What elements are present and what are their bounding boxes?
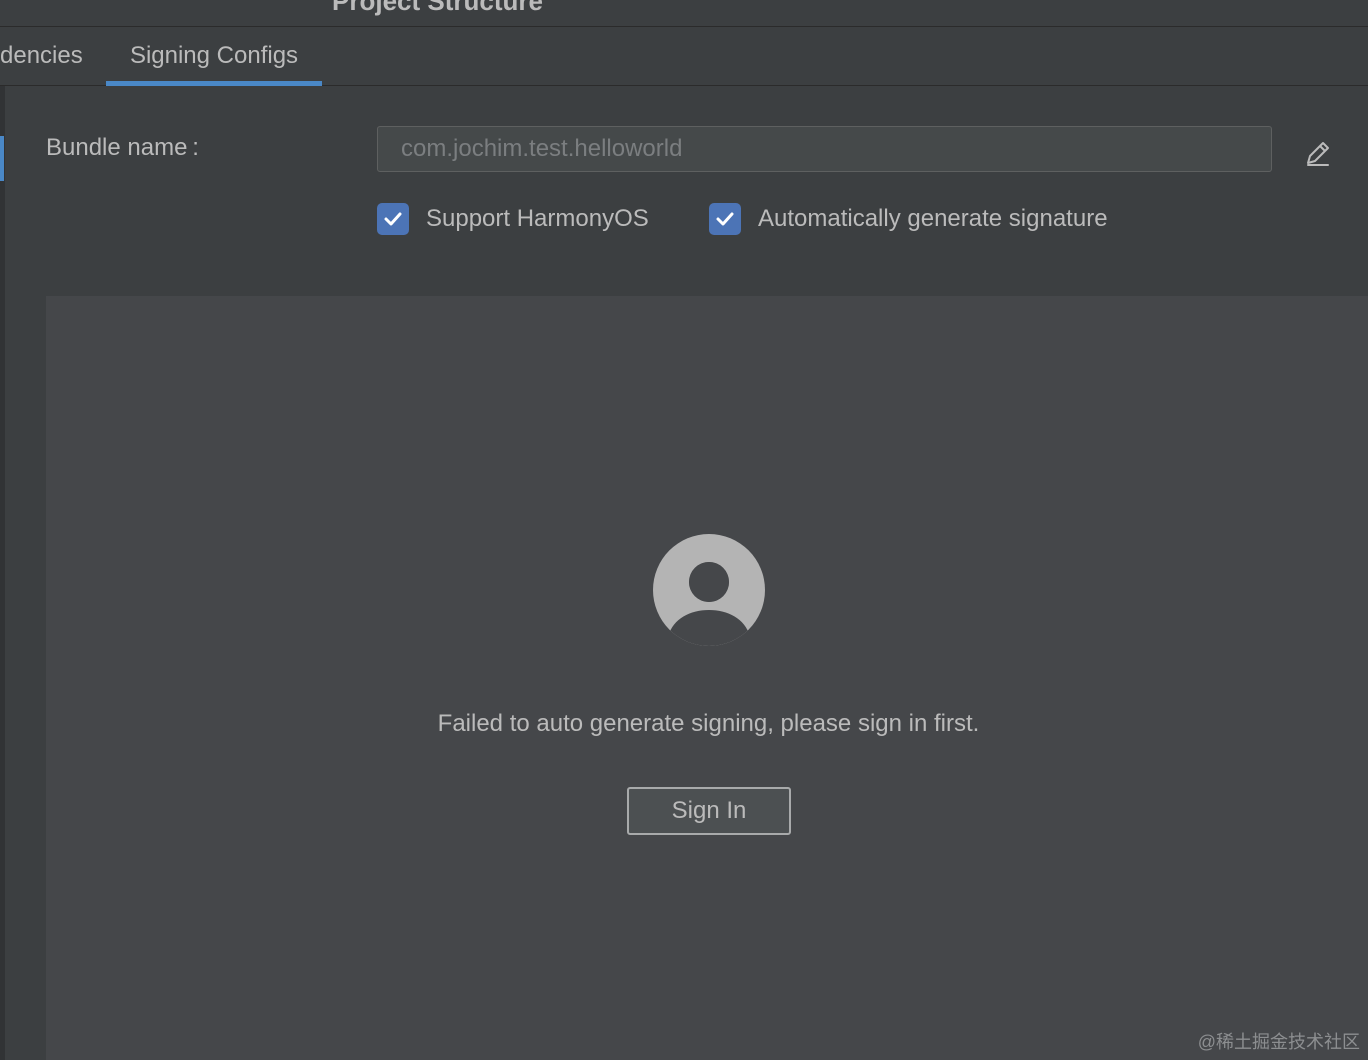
bundle-name-input[interactable] xyxy=(377,126,1272,172)
checkbox-checked[interactable] xyxy=(377,203,409,235)
auto-generate-signature-label: Automatically generate signature xyxy=(758,205,1108,232)
bundle-name-label: Bundle name : xyxy=(46,134,199,161)
checkmark-icon xyxy=(384,212,402,226)
project-structure-dialog: Project Structure dencies Signing Config… xyxy=(0,0,1368,1060)
sign-in-button[interactable]: Sign In xyxy=(627,787,791,835)
sign-in-required-message: Failed to auto generate signing, please … xyxy=(437,710,980,737)
tab-signing-configs[interactable]: Signing Configs xyxy=(106,27,322,85)
tab-bar: dencies Signing Configs xyxy=(0,27,1368,86)
pencil-icon xyxy=(1307,142,1329,166)
title-bar: Project Structure xyxy=(0,0,1368,27)
checkbox-checked[interactable] xyxy=(709,203,741,235)
support-harmonyos-checkbox[interactable]: Support HarmonyOS xyxy=(377,202,649,236)
left-sidebar-edge xyxy=(0,86,5,1060)
checkmark-icon xyxy=(716,212,734,226)
left-sidebar-selection-marker xyxy=(0,136,4,181)
edit-bundle-button[interactable] xyxy=(1300,136,1334,170)
watermark: @稀土掘金技术社区 xyxy=(1197,1032,1360,1052)
window-title: Project Structure xyxy=(332,0,543,16)
auto-generate-signature-checkbox[interactable]: Automatically generate signature xyxy=(709,202,1108,236)
sign-in-panel: Failed to auto generate signing, please … xyxy=(46,296,1368,1060)
support-harmonyos-label: Support HarmonyOS xyxy=(426,205,649,232)
user-avatar-icon xyxy=(653,534,765,646)
active-tab-indicator xyxy=(106,81,322,86)
tab-dependencies[interactable]: dencies xyxy=(0,27,83,85)
